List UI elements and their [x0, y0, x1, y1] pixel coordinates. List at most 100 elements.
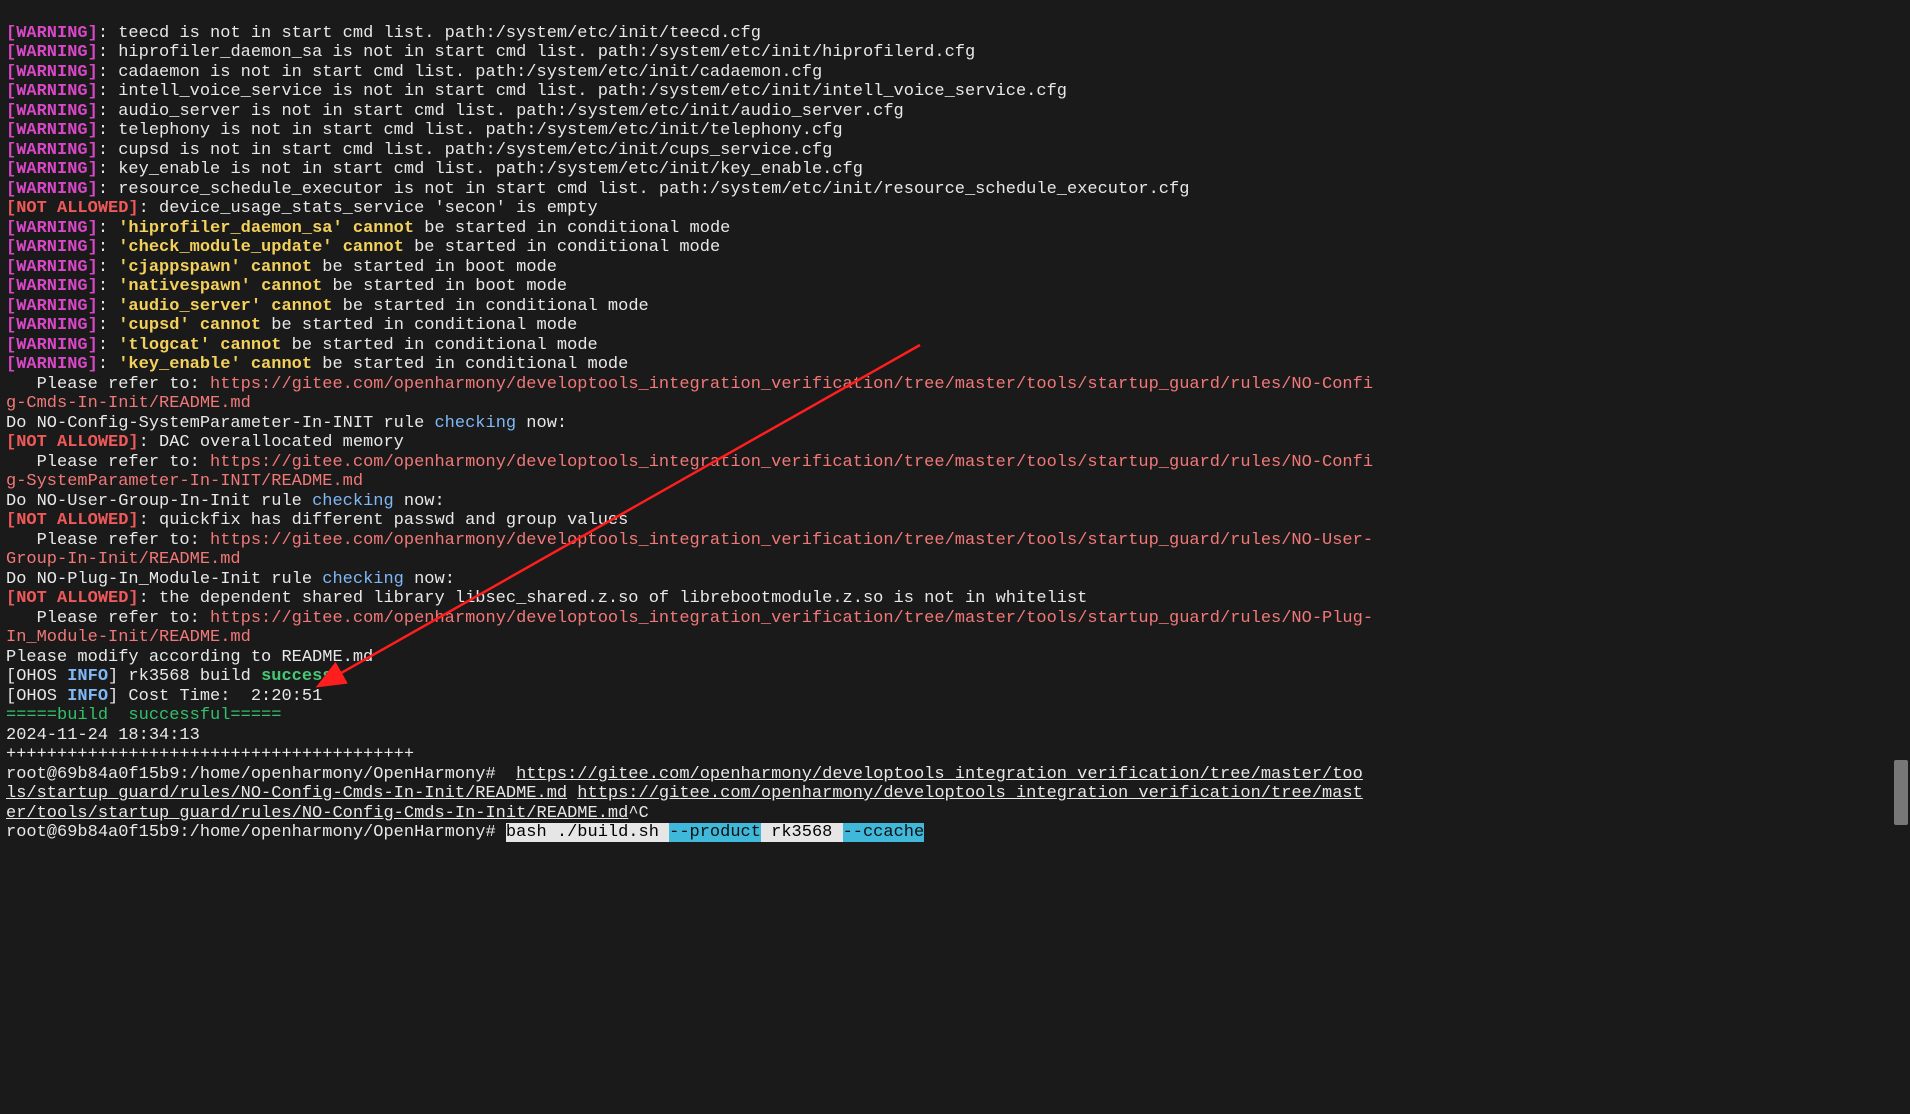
text-segment: ls/startup_guard/rules/NO-Config-Cmds-In…: [6, 784, 567, 803]
text-segment: [WARNING]: [6, 336, 98, 355]
terminal-line: Do NO-Plug-In_Module-Init rule checking …: [6, 570, 1904, 590]
text-segment: checking: [312, 492, 394, 511]
text-segment: Do NO-User-Group-In-Init rule: [6, 492, 312, 511]
text-segment: https://gitee.com/openharmony/developtoo…: [210, 609, 1373, 628]
text-segment: success: [261, 667, 332, 686]
terminal-line: [WARNING]: 'cjappspawn' cannot be starte…: [6, 258, 1904, 278]
text-segment: Please refer to:: [6, 375, 210, 394]
text-segment: [241, 258, 251, 277]
text-segment: cannot: [353, 219, 414, 238]
terminal-line: [NOT ALLOWED]: quickfix has different pa…: [6, 511, 1904, 531]
text-segment: : quickfix has different passwd and grou…: [139, 511, 629, 530]
text-segment: cannot: [251, 355, 312, 374]
text-segment: 'cjappspawn': [118, 258, 240, 277]
text-segment: [WARNING]: [6, 160, 98, 179]
text-segment: Do NO-Plug-In_Module-Init rule: [6, 570, 322, 589]
command-segment: rk3568: [761, 823, 843, 842]
text-segment: now:: [404, 570, 455, 589]
terminal-line: [WARNING]: 'check_module_update' cannot …: [6, 238, 1904, 258]
terminal-line: [WARNING]: hiprofiler_daemon_sa is not i…: [6, 43, 1904, 63]
text-segment: :: [98, 219, 118, 238]
text-segment: INFO: [67, 687, 108, 706]
text-segment: : audio_server is not in start cmd list.…: [98, 102, 904, 121]
text-segment: ^C: [628, 804, 648, 823]
text-segment: Do NO-Config-SystemParameter-In-INIT rul…: [6, 414, 434, 433]
text-segment: :: [98, 277, 118, 296]
terminal-line: [OHOS INFO] Cost Time: 2:20:51: [6, 687, 1904, 707]
text-segment: 2024-11-24 18:34:13: [6, 726, 200, 745]
terminal-line: [WARNING]: cadaemon is not in start cmd …: [6, 63, 1904, 83]
terminal-line: [WARNING]: resource_schedule_executor is…: [6, 180, 1904, 200]
text-segment: https://gitee.com/openharmony/developtoo…: [210, 453, 1373, 472]
terminal-line: Please modify according to README.md: [6, 648, 1904, 668]
terminal-line: [NOT ALLOWED]: DAC overallocated memory: [6, 433, 1904, 453]
text-segment: [WARNING]: [6, 277, 98, 296]
text-segment: checking: [322, 570, 404, 589]
scrollbar[interactable]: [1894, 0, 1908, 1114]
text-segment: be started in conditional mode: [414, 219, 730, 238]
terminal-line: [WARNING]: 'audio_server' cannot be star…: [6, 297, 1904, 317]
text-segment: [251, 277, 261, 296]
text-segment: [WARNING]: [6, 141, 98, 160]
text-segment: Please refer to:: [6, 531, 210, 550]
current-command[interactable]: bash ./build.sh --product rk3568 --ccach…: [506, 823, 924, 842]
text-segment: : cupsd is not in start cmd list. path:/…: [98, 141, 833, 160]
text-segment: [WARNING]: [6, 258, 98, 277]
shell-prompt: root@69b84a0f15b9:/home/openharmony/Open…: [6, 823, 506, 842]
text-segment: [343, 219, 353, 238]
text-segment: [OHOS: [6, 667, 67, 686]
text-segment: : DAC overallocated memory: [139, 433, 404, 452]
text-segment: 'tlogcat': [118, 336, 210, 355]
text-segment: Please refer to:: [6, 453, 210, 472]
text-segment: [WARNING]: [6, 63, 98, 82]
terminal-line: [WARNING]: 'tlogcat' cannot be started i…: [6, 336, 1904, 356]
text-segment: https://gitee.com/openharmony/developtoo…: [577, 784, 1363, 803]
terminal-line: Please refer to: https://gitee.com/openh…: [6, 531, 1904, 551]
terminal-output[interactable]: [WARNING]: teecd is not in start cmd lis…: [0, 0, 1910, 866]
text-segment: [332, 238, 342, 257]
text-segment: be started in boot mode: [312, 258, 557, 277]
text-segment: [WARNING]: [6, 24, 98, 43]
text-segment: :: [98, 316, 118, 335]
text-segment: Please modify according to README.md: [6, 648, 373, 667]
text-segment: [NOT ALLOWED]: [6, 589, 139, 608]
command-segment: --product: [669, 823, 761, 842]
text-segment: https://gitee.com/openharmony/developtoo…: [516, 765, 1363, 784]
text-segment: 'key_enable': [118, 355, 240, 374]
terminal-line: er/tools/startup_guard/rules/NO-Config-C…: [6, 804, 1904, 824]
text-segment: : telephony is not in start cmd list. pa…: [98, 121, 843, 140]
scrollbar-track: [1894, 0, 1908, 1114]
terminal-line: 2024-11-24 18:34:13: [6, 726, 1904, 746]
text-segment: : the dependent shared library libsec_sh…: [139, 589, 1088, 608]
terminal-line: [WARNING]: 'hiprofiler_daemon_sa' cannot…: [6, 219, 1904, 239]
text-segment: [NOT ALLOWED]: [6, 433, 139, 452]
terminal-line: In_Module-Init/README.md: [6, 628, 1904, 648]
text-segment: [WARNING]: [6, 43, 98, 62]
terminal-line: [WARNING]: intell_voice_service is not i…: [6, 82, 1904, 102]
text-segment: be started in conditional mode: [404, 238, 720, 257]
scrollbar-thumb[interactable]: [1894, 760, 1908, 825]
text-segment: g-SystemParameter-In-INIT/README.md: [6, 472, 363, 491]
text-segment: [WARNING]: [6, 82, 98, 101]
terminal-line: [WARNING]: audio_server is not in start …: [6, 102, 1904, 122]
text-segment: :: [98, 297, 118, 316]
text-segment: 'hiprofiler_daemon_sa': [118, 219, 342, 238]
terminal-line: [OHOS INFO] rk3568 build success: [6, 667, 1904, 687]
terminal-line: Please refer to: https://gitee.com/openh…: [6, 453, 1904, 473]
text-segment: : hiprofiler_daemon_sa is not in start c…: [98, 43, 975, 62]
text-segment: [WARNING]: [6, 316, 98, 335]
command-segment: --ccache: [843, 823, 925, 842]
text-segment: =====build successful=====: [6, 706, 281, 725]
text-segment: [WARNING]: [6, 102, 98, 121]
text-segment: ++++++++++++++++++++++++++++++++++++++++: [6, 745, 414, 764]
terminal-line: g-SystemParameter-In-INIT/README.md: [6, 472, 1904, 492]
text-segment: ] Cost Time: 2:20:51: [108, 687, 322, 706]
text-segment: 'nativespawn': [118, 277, 251, 296]
terminal-line: ++++++++++++++++++++++++++++++++++++++++: [6, 745, 1904, 765]
text-segment: g-Cmds-In-Init/README.md: [6, 394, 251, 413]
text-segment: : resource_schedule_executor is not in s…: [98, 180, 1190, 199]
text-segment: now:: [516, 414, 567, 433]
text-segment: [241, 355, 251, 374]
text-segment: Please refer to:: [6, 609, 210, 628]
terminal-line: [NOT ALLOWED]: the dependent shared libr…: [6, 589, 1904, 609]
